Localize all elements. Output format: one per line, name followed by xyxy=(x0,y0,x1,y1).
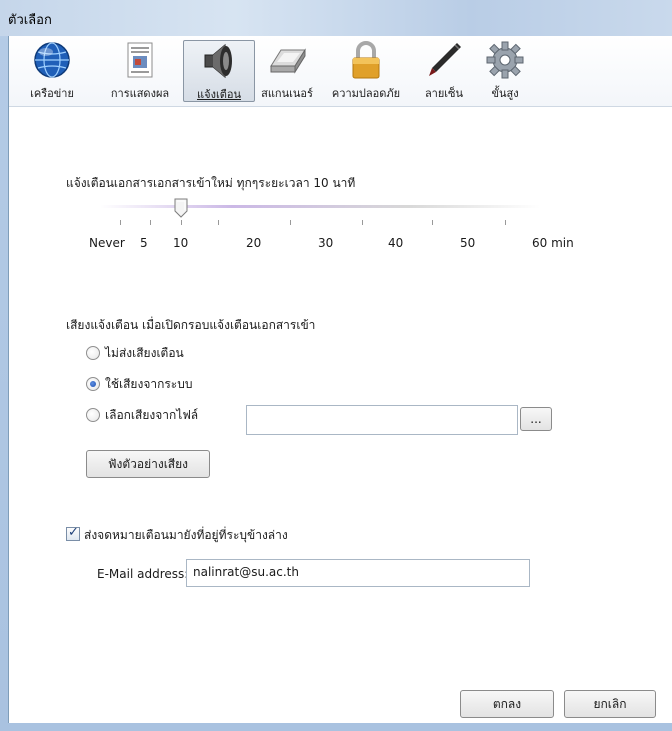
scanner-icon xyxy=(267,40,307,80)
slider-tick xyxy=(290,220,291,225)
tab-scanner[interactable]: สแกนเนอร์ xyxy=(255,40,319,100)
lock-icon xyxy=(346,40,386,80)
tick-label-50: 50 xyxy=(460,236,476,250)
tab-advanced-label: ขั้นสูง xyxy=(491,87,519,100)
email-field[interactable]: nalinrat@su.ac.th xyxy=(186,559,530,587)
title-bar[interactable]: ตัวเลือก xyxy=(0,0,672,36)
window-title: ตัวเลือก xyxy=(8,13,52,28)
tab-network[interactable]: เครือข่าย xyxy=(9,40,95,100)
preview-sound-button[interactable]: ฟังตัวอย่างเสียง xyxy=(86,450,210,478)
sound-heading: เสียงแจ้งเตือน เมื่อเปิดกรอบแจ้งเตือนเอก… xyxy=(66,318,316,332)
radio-file-sound[interactable] xyxy=(86,408,100,422)
radio-file-sound-label[interactable]: เลือกเสียงจากไฟล์ xyxy=(105,406,198,425)
slider-tick xyxy=(150,220,151,225)
tab-scanner-label: สแกนเนอร์ xyxy=(261,87,313,100)
category-toolbar: เครือข่าย การแสดงผล แจ้งเตือน สแกนเนอร์ … xyxy=(9,36,672,107)
slider-tick xyxy=(432,220,433,225)
tab-display[interactable]: การแสดงผล xyxy=(97,40,183,100)
tab-notification-label: แจ้งเตือน xyxy=(197,88,241,101)
tick-label-30: 30 xyxy=(318,236,334,250)
tab-signature-label: ลายเซ็น xyxy=(424,87,464,100)
email-field-label: E-Mail address: xyxy=(97,567,189,581)
gear-icon xyxy=(485,40,525,80)
tab-notification[interactable]: แจ้งเตือน xyxy=(183,40,255,102)
sound-file-input[interactable] xyxy=(246,405,518,435)
display-icon xyxy=(120,40,160,80)
email-alert-checkbox[interactable]: ✓ xyxy=(66,525,80,541)
tick-label-60: 60 min xyxy=(532,236,574,250)
tab-network-label: เครือข่าย xyxy=(30,87,74,100)
tab-advanced[interactable]: ขั้นสูง xyxy=(477,40,533,100)
radio-system-sound-label[interactable]: ใช้เสียงจากระบบ xyxy=(105,375,192,394)
tick-label-never: Never xyxy=(89,236,125,250)
tab-signature[interactable]: ลายเซ็น xyxy=(413,40,475,100)
cancel-button[interactable]: ยกเลิก xyxy=(564,690,656,718)
speaker-icon xyxy=(199,41,239,81)
email-field-value: nalinrat@su.ac.th xyxy=(193,565,299,579)
interval-slider-track[interactable] xyxy=(100,205,540,208)
browse-button[interactable]: ... xyxy=(520,407,552,431)
options-window: ตัวเลือก เครือข่าย การแสดงผล แจ้งเตือน ส… xyxy=(0,0,672,731)
radio-system-sound[interactable] xyxy=(86,377,100,391)
tick-label-40: 40 xyxy=(388,236,404,250)
pen-icon xyxy=(424,40,464,80)
slider-tick xyxy=(181,220,182,225)
tick-label-5: 5 xyxy=(140,236,148,250)
tick-label-20: 20 xyxy=(246,236,262,250)
email-alert-label[interactable]: ส่งจดหมายเตือนมายังที่อยู่ที่ระบุข้างล่า… xyxy=(84,526,288,545)
radio-no-sound[interactable] xyxy=(86,346,100,360)
checkmark-icon: ✓ xyxy=(68,525,79,540)
slider-tick xyxy=(362,220,363,225)
ok-button[interactable]: ตกลง xyxy=(460,690,554,718)
slider-tick xyxy=(120,220,121,225)
interval-heading: แจ้งเตือนเอกสารเอกสารเข้าใหม่ ทุกๆระยะเว… xyxy=(66,176,356,190)
tab-display-label: การแสดงผล xyxy=(110,87,170,100)
tab-security-label: ความปลอดภัย xyxy=(331,87,401,100)
tab-security[interactable]: ความปลอดภัย xyxy=(321,40,411,100)
tick-label-10: 10 xyxy=(173,236,189,250)
slider-tick xyxy=(218,220,219,225)
slider-tick xyxy=(505,220,506,225)
globe-icon xyxy=(32,40,72,80)
interval-slider-thumb[interactable] xyxy=(174,198,188,218)
radio-no-sound-label[interactable]: ไม่ส่งเสียงเตือน xyxy=(105,344,184,363)
